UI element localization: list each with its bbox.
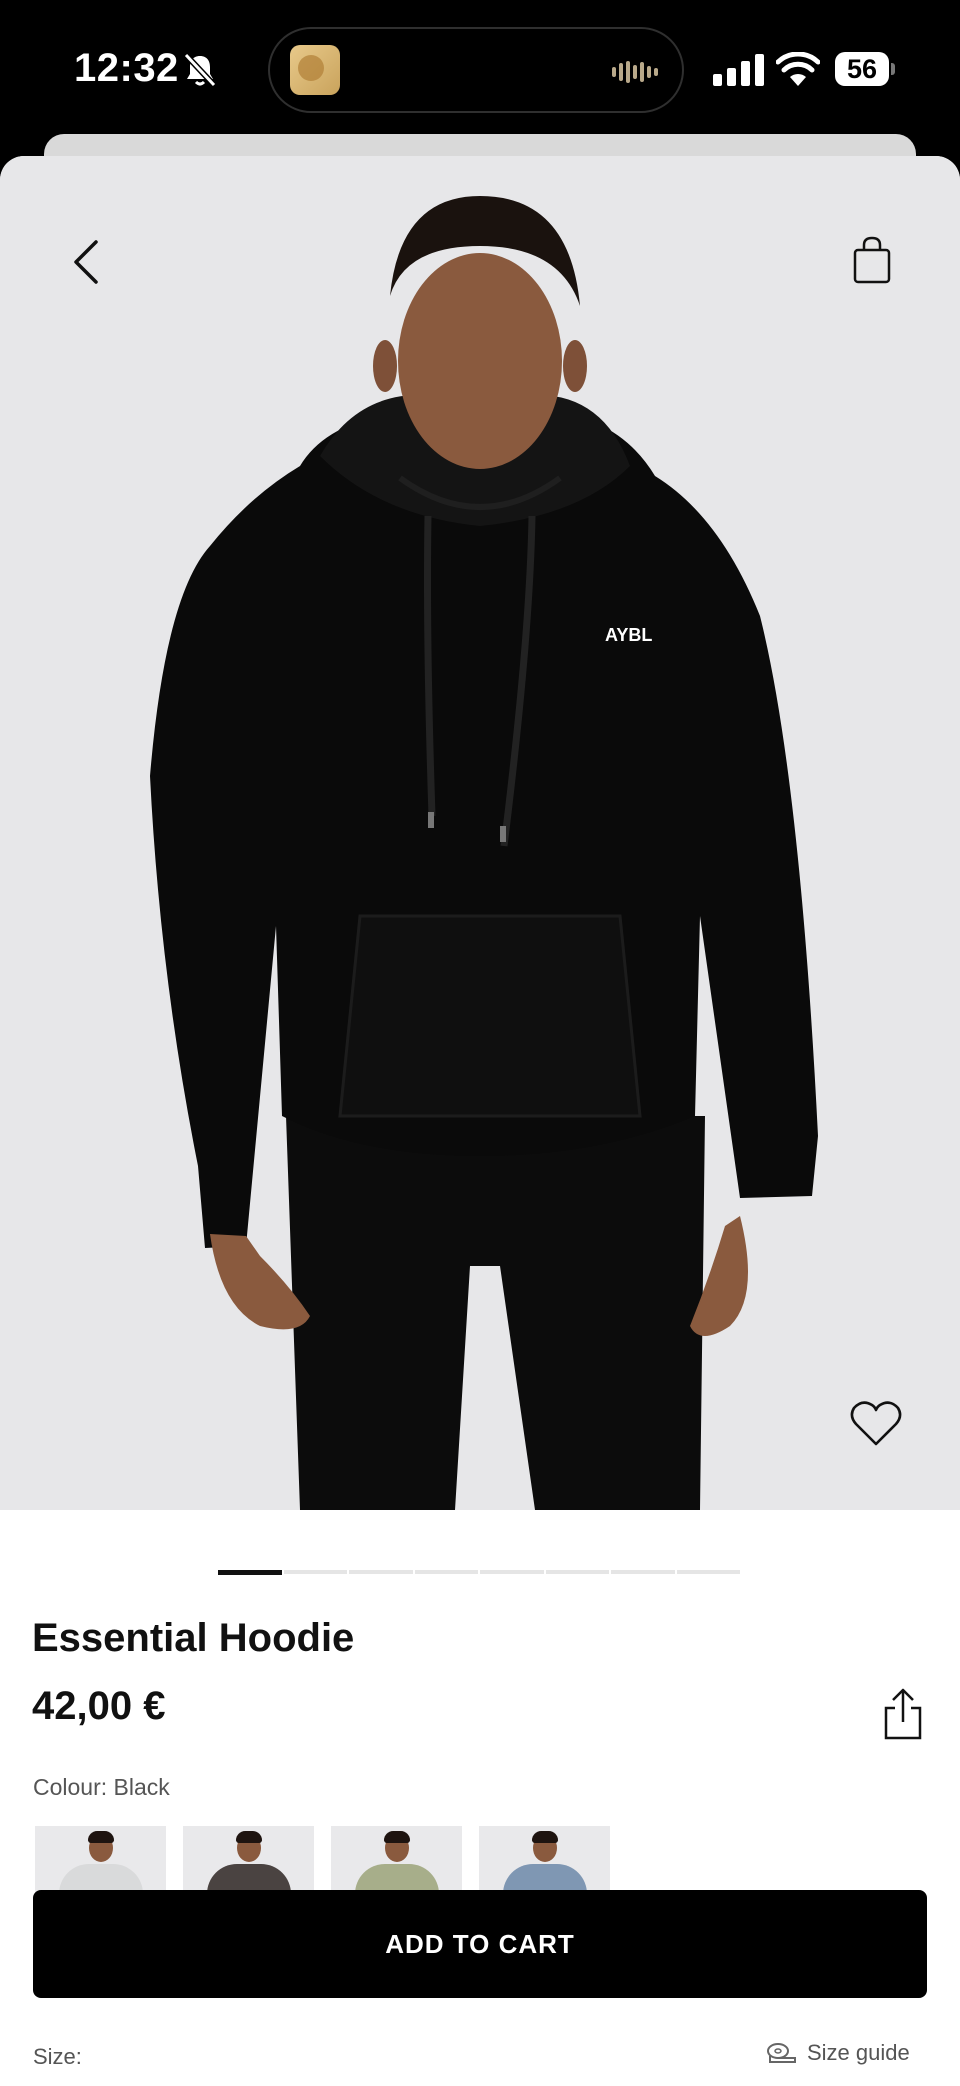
image-pagination [218, 1570, 742, 1575]
product-title: Essential Hoodie [32, 1616, 355, 1660]
colour-swatch-olive[interactable] [331, 1826, 462, 1896]
colour-swatch-brown[interactable] [183, 1826, 314, 1896]
size-label: Size: [33, 2044, 82, 2069]
waveform-icon [612, 61, 658, 83]
product-image-carousel[interactable]: AYBL [0, 156, 960, 1510]
shopping-bag-icon[interactable] [846, 234, 898, 286]
status-bar: 12:32 56 [0, 0, 960, 134]
cellular-signal-icon [713, 54, 764, 86]
product-sheet: AYBL Essential Hoodie 42,00 € Colour: Bl… [0, 156, 960, 2086]
colour-label: Colour: Black [33, 1774, 170, 1800]
wifi-icon [776, 52, 820, 86]
heart-icon[interactable] [848, 1398, 904, 1450]
battery-icon: 56 [835, 52, 895, 86]
page-indicator [414, 1570, 478, 1574]
battery-level: 56 [835, 52, 889, 86]
colour-swatches [35, 1826, 610, 1896]
status-time: 12:32 [74, 46, 179, 90]
page-indicator [283, 1570, 347, 1574]
page-indicator-active [218, 1570, 282, 1575]
svg-text:AYBL: AYBL [605, 625, 652, 645]
share-icon[interactable] [880, 1686, 926, 1742]
page-indicator [480, 1570, 544, 1574]
page-indicator [545, 1570, 609, 1574]
colour-swatch-grey[interactable] [35, 1826, 166, 1896]
product-price: 42,00 € [32, 1684, 166, 1728]
size-guide-link[interactable]: Size guide [767, 2040, 910, 2066]
page-indicator [349, 1570, 413, 1574]
bell-slash-icon [183, 52, 217, 88]
back-button[interactable] [62, 236, 110, 288]
page-indicator [611, 1570, 675, 1574]
now-playing-artwork [290, 45, 340, 95]
dynamic-island[interactable] [268, 27, 684, 113]
tape-measure-icon [767, 2043, 796, 2063]
size-guide-label: Size guide [807, 2040, 910, 2065]
page-indicator [676, 1570, 740, 1574]
add-to-cart-button[interactable]: ADD TO CART [33, 1890, 927, 1998]
product-photo: AYBL [150, 196, 818, 1510]
colour-swatch-blue[interactable] [479, 1826, 610, 1896]
